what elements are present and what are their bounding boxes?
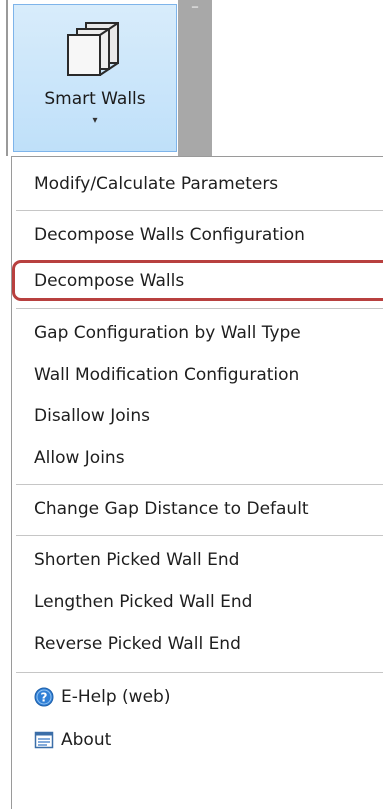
menu-item-decompose-walls-configuration[interactable]: Decompose Walls Configuration xyxy=(12,214,383,256)
help-icon: ? xyxy=(34,687,54,707)
smart-walls-dropdown-menu: Modify/Calculate Parameters Decompose Wa… xyxy=(11,156,383,809)
menu-separator xyxy=(16,672,383,673)
ribbon-divider xyxy=(6,0,8,156)
menu-item-label: Reverse Picked Wall End xyxy=(34,634,241,654)
menu-item-e-help-web[interactable]: ? E-Help (web) xyxy=(12,676,383,718)
menu-item-label: Wall Modification Configuration xyxy=(34,365,300,385)
menu-item-disallow-joins[interactable]: Disallow Joins xyxy=(12,395,383,437)
menu-item-gap-configuration-by-wall-type[interactable]: Gap Configuration by Wall Type xyxy=(12,312,383,354)
menu-item-label: Shorten Picked Wall End xyxy=(34,550,240,570)
smart-walls-label: Smart Walls xyxy=(44,89,146,109)
menu-item-modify-calculate-parameters[interactable]: Modify/Calculate Parameters xyxy=(12,163,383,205)
smart-walls-button[interactable]: Smart Walls ▾ xyxy=(13,4,177,152)
menu-item-label: Decompose Walls xyxy=(34,271,185,291)
menu-item-label: E-Help (web) xyxy=(61,687,171,707)
svg-text:?: ? xyxy=(41,691,48,705)
menu-item-label: Change Gap Distance to Default xyxy=(34,499,309,519)
menu-item-decompose-walls[interactable]: Decompose Walls xyxy=(12,260,383,302)
menu-item-label: Gap Configuration by Wall Type xyxy=(34,323,301,343)
menu-item-change-gap-distance-to-default[interactable]: Change Gap Distance to Default xyxy=(12,488,383,530)
menu-separator xyxy=(16,210,383,211)
menu-separator xyxy=(16,535,383,536)
menu-item-label: Modify/Calculate Parameters xyxy=(34,174,279,194)
menu-separator xyxy=(16,484,383,485)
menu-item-label: Decompose Walls Configuration xyxy=(34,225,305,245)
menu-item-about[interactable]: About xyxy=(12,719,383,761)
menu-item-label: About xyxy=(61,730,112,750)
walls-stack-icon xyxy=(67,22,119,76)
menu-item-shorten-picked-wall-end[interactable]: Shorten Picked Wall End xyxy=(12,539,383,581)
about-icon xyxy=(34,731,54,749)
chevron-down-icon[interactable]: ▾ xyxy=(14,115,176,126)
pin-icon: ‾ xyxy=(192,5,198,19)
menu-item-reverse-picked-wall-end[interactable]: Reverse Picked Wall End xyxy=(12,623,383,665)
menu-item-lengthen-picked-wall-end[interactable]: Lengthen Picked Wall End xyxy=(12,581,383,623)
panel-expander[interactable]: ‾ xyxy=(178,0,212,156)
menu-item-allow-joins[interactable]: Allow Joins xyxy=(12,437,383,479)
ribbon-panel: Smart Walls ▾ ‾ xyxy=(0,0,383,156)
menu-item-wall-modification-configuration[interactable]: Wall Modification Configuration xyxy=(12,354,383,396)
menu-item-label: Lengthen Picked Wall End xyxy=(34,592,253,612)
menu-item-label: Allow Joins xyxy=(34,448,125,468)
menu-item-label: Disallow Joins xyxy=(34,406,151,426)
menu-separator xyxy=(16,308,383,309)
